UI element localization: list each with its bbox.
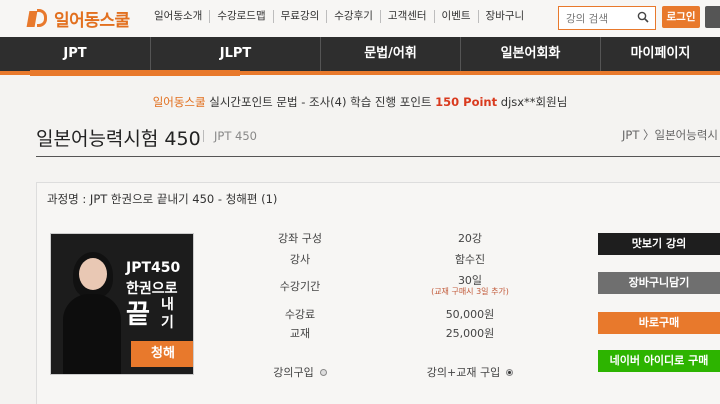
info-label: 교재 [289,327,311,340]
nav-underline [0,70,720,76]
ticker-text: 실시간포인트 문법 - 조사(4) 학습 진행 포인트 [205,95,436,109]
search-input[interactable] [559,9,633,29]
info-label: 강좌 구성 [278,232,322,245]
naver-pay-button[interactable]: 네이버 아이디로 구매 [598,350,720,372]
main-nav-conversation[interactable]: 일본어회화 [460,37,600,71]
thumbnail-title-line4: 내기 [161,297,174,331]
top-nav-item-reviews[interactable]: 수강후기 [326,10,380,23]
info-label: 수강기간 [279,280,321,293]
cart-icon[interactable] [705,6,720,28]
realtime-points-ticker: 일어동스쿨 실시간포인트 문법 - 조사(4) 학습 진행 포인트 150 Po… [0,94,720,110]
buy-now-button[interactable]: 바로구매 [598,312,720,334]
page-subtitle: JPT 450 [214,129,257,143]
top-nav-item-about[interactable]: 일어동소개 [146,10,209,23]
info-value: 20강 [457,232,483,245]
thumbnail-title-line3: 끝 [126,300,150,330]
page-title: 일본어능력시험 450 [36,128,201,150]
title-row: 일본어능력시험 450 JPT 450 JPT 〉일본어능력시 [36,124,720,150]
info-value: 함수진 [454,253,486,266]
info-note: (교재 구매시 3일 추가) [431,287,509,296]
site-logo[interactable]: 일어동스쿨 [26,6,130,31]
top-nav-item-free[interactable]: 무료강의 [272,10,327,23]
info-value: 50,000원 [445,308,495,321]
top-nav-item-support[interactable]: 고객센터 [379,10,434,23]
radio-lecture-book[interactable] [506,368,514,376]
radio-lecture-only[interactable] [319,368,327,376]
ticker-user: djsx**회원님 [497,95,568,109]
ticker-points: 150 Point [435,95,498,109]
thumbnail-title-line1: JPT450 [126,260,181,276]
thumbnail-badge: 청해 [131,341,193,367]
option-lecture-only[interactable]: 강의구입 [230,364,370,380]
info-value: 25,000원 [445,327,495,340]
sample-lecture-button[interactable]: 맛보기 강의 [598,233,720,255]
option-lecture-book[interactable]: 강의+교재 구입 [390,364,550,380]
option-lecture-only-label: 강의구입 [273,366,314,379]
main-nav-jpt[interactable]: JPT [0,37,150,71]
option-lecture-book-label: 강의+교재 구입 [426,366,501,379]
title-divider-line [36,156,720,157]
search-box [558,6,656,30]
instructor-photo [63,250,121,374]
ticker-brand: 일어동스쿨 [152,95,206,109]
logo-text: 일어동스쿨 [54,11,130,31]
breadcrumb[interactable]: JPT 〉일본어능력시 [622,127,718,143]
info-label: 강사 [289,253,311,266]
course-name: 과정명 : JPT 한권으로 끝내기 450 - 청해편 (1) [47,192,278,206]
top-nav-item-roadmap[interactable]: 수강로드맵 [209,10,272,23]
main-nav: JPT JLPT 문법/어휘 일본어회화 마이페이지 [0,37,720,71]
logo-icon [26,8,48,29]
add-to-cart-button[interactable]: 장바구니담기 [598,272,720,294]
search-icon[interactable] [637,11,649,23]
main-nav-mypage[interactable]: 마이페이지 [600,37,720,71]
title-divider [203,130,204,142]
info-label: 수강료 [284,308,316,321]
top-nav-item-event[interactable]: 이벤트 [433,10,478,23]
main-nav-grammar[interactable]: 문법/어휘 [320,37,460,71]
top-bar: 일어동스쿨 일어동소개 수강로드맵 무료강의 수강후기 고객센터 이벤트 장바구… [0,0,720,37]
login-button[interactable]: 로그인 [662,6,700,28]
top-nav-item-cart[interactable]: 장바구니 [477,10,532,23]
top-nav: 일어동소개 수강로드맵 무료강의 수강후기 고객센터 이벤트 장바구니 [146,10,531,23]
course-thumbnail: JPT450 한권으로 끝 내기 청해 [50,233,194,375]
main-nav-jlpt[interactable]: JLPT [150,37,320,71]
